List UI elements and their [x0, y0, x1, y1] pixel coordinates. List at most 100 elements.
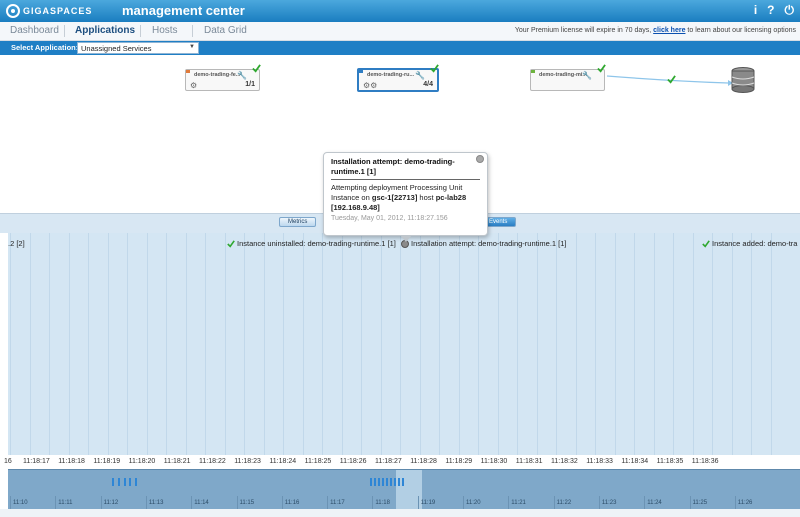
tab-separator — [192, 25, 193, 37]
wrench-icon[interactable]: 🔧 — [415, 71, 425, 80]
timeline-gridline — [614, 233, 616, 455]
popup-text: host — [419, 193, 434, 202]
timeline-gridline — [439, 233, 440, 455]
overview-event-marker — [378, 478, 380, 486]
time-tick-label: 11:18:20 — [128, 458, 156, 465]
header-icons: i ? ⏻ — [754, 3, 794, 18]
tab-applications[interactable]: Applications — [75, 25, 135, 36]
node-stripe — [531, 70, 535, 73]
main-nav: Dashboard Applications Hosts Data Grid Y… — [0, 22, 800, 41]
overview-tick-line — [145, 496, 147, 509]
gear-icon: ⚙⚙ — [363, 81, 378, 90]
overview-tick-line — [734, 496, 736, 509]
popup-line: [192.168.9.48] — [331, 203, 480, 213]
time-tick-label: 11:18:33 — [586, 458, 613, 465]
event-details-popup: Installation attempt: demo-trading-runti… — [323, 152, 488, 242]
overview-event-marker — [390, 478, 392, 486]
popup-host: pc-lab28 — [435, 193, 467, 202]
overview-tick-label: 11:15 — [239, 500, 255, 506]
overview-tick-line — [327, 496, 329, 509]
event-item[interactable]: Instance added: demo-tra — [702, 239, 797, 248]
tab-separator — [140, 25, 141, 37]
overview-tick-label: 11:21 — [511, 500, 526, 506]
timeline-overview[interactable]: 11:10 11:11 11:12 11:13 11:14 11:15 11:16 11:17… — [8, 469, 800, 509]
edge-check-icon — [667, 75, 676, 84]
event-item[interactable]: .2 [2] — [8, 239, 25, 248]
timeline-gridline — [497, 233, 499, 455]
application-select[interactable]: Unassigned Services ▼ — [77, 42, 199, 54]
overview-tick-label: 11:17 — [330, 500, 345, 506]
timeline-gridline — [263, 233, 265, 455]
timeline-gridline — [400, 233, 401, 455]
wrench-icon[interactable]: 🔧 — [582, 71, 592, 80]
overview-event-marker — [135, 478, 137, 486]
info-icon[interactable]: i — [754, 3, 757, 18]
tab-hosts[interactable]: Hosts — [152, 25, 178, 36]
time-tick-label: 11:18:34 — [621, 458, 649, 465]
tab-metrics[interactable]: Metrics — [279, 217, 317, 227]
power-icon[interactable]: ⏻ — [785, 3, 795, 18]
popup-title: Installation attempt: demo-trading-runti… — [331, 157, 480, 180]
timeline-gridline — [731, 233, 733, 455]
time-tick-label: 11:18:21 — [163, 458, 191, 465]
timeline-gridline — [458, 233, 460, 455]
timeline-gridline — [205, 233, 206, 455]
service-node-demo-trading-runtime[interactable]: demo-trading-ru... 🔧 ⚙⚙ 4/4 — [357, 64, 439, 92]
tab-data-grid[interactable]: Data Grid — [204, 25, 247, 36]
overview-tick-label: 11:25 — [692, 500, 708, 506]
logo-text: GIGASPACES — [23, 6, 93, 16]
chevron-down-icon: ▼ — [189, 44, 195, 50]
timeline-gridline — [536, 233, 538, 455]
timeline-gridline — [712, 233, 713, 455]
overview-tick-label: 11:22 — [556, 500, 572, 506]
time-tick-label: 11:18:24 — [269, 458, 297, 465]
timeline-gridline — [244, 233, 245, 455]
service-node-demo-trading-mirror[interactable]: demo-trading-mi... 🔧 — [530, 64, 606, 91]
database-icon[interactable] — [731, 67, 755, 93]
instance-count: 4/4 — [423, 81, 433, 88]
help-icon[interactable]: ? — [767, 3, 774, 18]
node-label: demo-trading-mi... — [539, 72, 587, 78]
timeline-gridline — [166, 233, 167, 455]
timeline-gridline — [302, 233, 304, 455]
overview-tick-label: 11:26 — [737, 500, 753, 506]
overview-tick-line — [508, 496, 510, 509]
close-icon[interactable] — [476, 155, 484, 163]
overview-tick-line — [10, 496, 11, 509]
event-item[interactable]: Instance uninstalled: demo-trading-runti… — [227, 239, 396, 248]
overview-tick-line — [553, 496, 555, 509]
popup-timestamp: Tuesday, May 01, 2012, 11:18:27.156 — [331, 215, 448, 222]
time-tick-label: 11:18:25 — [304, 458, 332, 465]
timeline-gridline — [224, 233, 226, 455]
time-tick-label: 11:18:28 — [410, 458, 437, 465]
event-text: Installation attempt: demo-trading-runti… — [411, 239, 567, 248]
event-text: Instance added: demo-tra — [712, 239, 798, 248]
popup-body: Attempting deployment Processing Unit In… — [331, 183, 480, 213]
time-tick-label: 11:18:18 — [58, 458, 85, 465]
overview-event-marker — [374, 478, 376, 486]
events-timeline[interactable]: .2 [2] Instance uninstalled: demo-tradin… — [8, 233, 800, 455]
overview-tick-line — [100, 496, 102, 509]
popup-line: Attempting deployment Processing Unit — [331, 183, 463, 192]
check-icon — [702, 239, 710, 248]
overview-tick-label: 11:24 — [647, 500, 662, 506]
timeline-gridline — [146, 233, 148, 455]
licensing-link[interactable]: click here — [653, 27, 685, 34]
popup-container-id: gsc-1[22713] — [371, 193, 418, 202]
time-scale: 16 11:18:17 11:18:18 11:18:19 11:18:20 11:18:… — [0, 455, 800, 469]
overview-tick-line — [55, 496, 57, 509]
check-icon — [430, 64, 439, 73]
time-tick-label: 11:18:31 — [515, 458, 543, 465]
timeline-gridline — [478, 233, 479, 455]
license-notice: Your Premium license will expire in 70 d… — [515, 27, 796, 34]
overview-tick-label: 11:16 — [284, 500, 300, 506]
time-tick-label: 11:18:32 — [551, 458, 578, 465]
event-item[interactable]: Installation attempt: demo-trading-runti… — [401, 239, 567, 248]
overview-event-marker — [370, 478, 372, 486]
tab-dashboard[interactable]: Dashboard — [10, 25, 59, 36]
overview-tick-label: 11:11 — [58, 500, 73, 506]
timeline-gridline — [556, 233, 557, 455]
service-node-demo-trading-feeder[interactable]: demo-trading-fe... 🔧 ⚙ 1/1 — [185, 64, 261, 91]
wrench-icon[interactable]: 🔧 — [237, 71, 247, 80]
node-label: demo-trading-fe... — [194, 72, 241, 78]
